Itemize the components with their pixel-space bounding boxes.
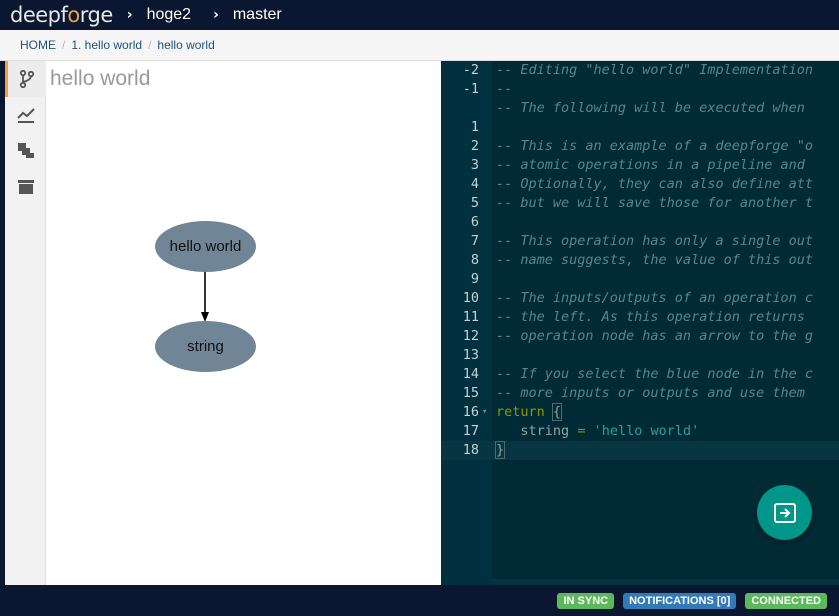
code-comment: -- but we will save those for another t [496,195,813,211]
exit-to-app-button[interactable] [757,485,812,540]
archive-icon[interactable] [5,169,46,205]
code-comment: -- operation node has an arrow to the g [496,328,813,344]
keyword-return: return [496,404,545,420]
graph-node-hello-world[interactable]: hello world [155,221,256,272]
code-line: 6 [441,213,839,232]
code-line: 14 -- If you select the blue node in the … [441,365,839,384]
chevron-right-icon: › [213,7,219,23]
branch-selector[interactable]: master [233,6,282,24]
graph-canvas[interactable]: hello world hello world string [46,61,441,585]
code-comment: -- This is an example of a deepforge "o [496,138,813,154]
code-line: -1 -- [441,80,839,99]
code-line: 12 -- operation node has an arrow to the … [441,327,839,346]
line-number: 16 [462,404,479,420]
logo-text-accent: o [67,3,80,27]
code-line: 11 -- the left. As this operation returns [441,308,839,327]
code-comment: -- This operation has only a single out [496,233,813,249]
code-line: 13 [441,346,839,365]
brace-close: } [494,441,506,459]
breadcrumb-separator: / [62,38,66,52]
code-string: 'hello world' [593,423,700,439]
code-comment: -- Editing "hello world" Implementation [496,62,813,78]
line-number: 8 [470,252,479,268]
code-line: 3 -- atomic operations in a pipeline and [441,156,839,175]
brace-open: { [551,403,563,421]
layers-icon[interactable] [5,133,46,169]
status-bar: IN SYNC NOTIFICATIONS [0] CONNECTED [0,585,839,616]
code-line: 4 -- Optionally, they can also define att [441,175,839,194]
line-number: 13 [462,347,479,363]
code-line: 2 -- This is an example of a deepforge "o [441,137,839,156]
line-number: 17 [462,423,479,439]
fold-arrow-icon[interactable]: ▾ [482,403,487,422]
line-number: 10 [462,290,479,306]
code-line: 9 [441,270,839,289]
connection-status-badge: CONNECTED [745,592,827,609]
notifications-badge[interactable]: NOTIFICATIONS [0] [623,592,737,609]
code-line: 17 string = 'hello world' [441,422,839,441]
code-variable: string [520,423,570,439]
line-number: 6 [470,214,479,230]
line-number: 1 [470,119,479,135]
code-line: 16 ▾ return { [441,403,839,422]
breadcrumb: HOME / 1. hello world / hello world [0,30,839,61]
code-comment: -- The inputs/outputs of an operation c [496,290,813,306]
code-comment: -- atomic operations in a pipeline and [496,157,805,173]
breadcrumb-separator: / [148,38,152,52]
edge-arrow [201,272,209,322]
code-operator: = [577,423,586,439]
code-line: 10 -- The inputs/outputs of an operation … [441,289,839,308]
top-navbar: deepf o rge › hoge2 › master [0,0,839,30]
breadcrumb-pipeline[interactable]: 1. hello world [71,38,142,52]
project-selector[interactable]: hoge2 [147,6,192,24]
logo-text-start: deepf [10,3,68,27]
code-comment: -- more inputs or outputs and use them [496,385,805,401]
line-number: 15 [462,385,479,401]
code-comment: -- name suggests, the value of this out [496,252,813,268]
code-comment: -- If you select the blue node in the c [496,366,813,382]
line-number: 3 [470,157,479,173]
code-line: 15 -- more inputs or outputs and use them [441,384,839,403]
line-number: 9 [470,271,479,287]
graph-node-string[interactable]: string [155,321,256,372]
code-comment: -- Optionally, they can also define att [496,176,813,192]
line-number: 11 [462,309,479,325]
code-line: 7 -- This operation has only a single out [441,232,839,251]
exit-to-app-icon [773,502,796,523]
logo-text-end: rge [79,3,114,27]
line-number: -1 [462,81,479,97]
code-line-active: 18 } [441,441,839,460]
chevron-right-icon: › [126,7,133,23]
line-number: 14 [462,366,479,382]
code-comment: -- [496,81,513,97]
sync-status-badge: IN SYNC [557,592,615,609]
line-number: 12 [462,328,479,344]
code-line: -2 -- Editing "hello world" Implementatio… [441,61,839,80]
breadcrumb-operation[interactable]: hello world [157,38,214,52]
breadcrumb-home[interactable]: HOME [20,38,56,52]
line-number: -2 [462,62,479,78]
code-comment: -- The following will be executed when [496,100,805,116]
code-line: 1 [441,118,839,137]
line-number: 2 [470,138,479,154]
code-line: 5 -- but we will save those for another t [441,194,839,213]
line-number: 4 [470,176,479,192]
line-number: 5 [470,195,479,211]
left-sidebar [5,61,46,585]
deepforge-logo[interactable]: deepf o rge [10,3,113,27]
line-number: 7 [470,233,479,249]
branch-icon[interactable] [5,61,46,97]
line-number: 18 [462,442,479,458]
code-line: 8 -- name suggests, the value of this out [441,251,839,270]
code-line: -- The following will be executed when [441,99,839,118]
code-comment: -- the left. As this operation returns [496,309,805,325]
chart-line-icon[interactable] [5,97,46,133]
